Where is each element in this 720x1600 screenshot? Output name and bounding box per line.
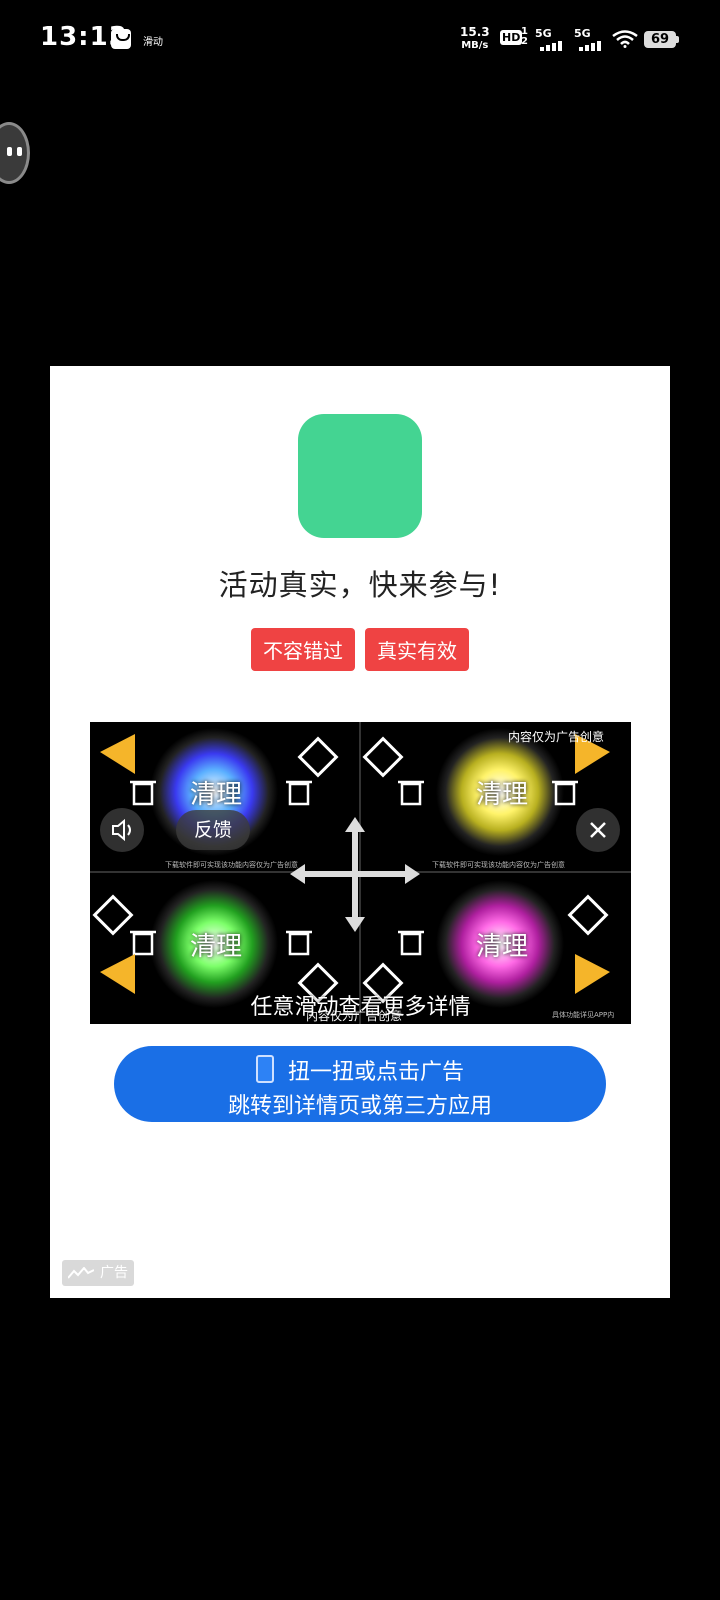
network-speed: 15.3 MB/s: [460, 26, 490, 52]
close-button[interactable]: [576, 808, 620, 852]
speed-unit: MB/s: [461, 40, 489, 51]
volume-icon: [112, 818, 131, 842]
video-frame: [90, 722, 631, 1024]
tile-label: 清理: [476, 932, 529, 962]
tag-label: 不容错过: [251, 628, 355, 671]
ad-tags: 不容错过 真实有效: [50, 628, 670, 671]
wifi-icon: [612, 30, 638, 48]
ad-badge: 广告: [62, 1260, 134, 1286]
bag-icon: [111, 29, 131, 49]
cta-button[interactable]: 扭一扭或点击广告 跳转到详情页或第三方应用: [114, 1046, 606, 1122]
battery-icon: 69: [644, 31, 679, 48]
ad-card[interactable]: 活动真实，快来参与! 不容错过 真实有效 清理 清理 清理 清理 内容仅为广告创…: [50, 366, 670, 1298]
hd-badge: HD: [500, 30, 523, 45]
signal-2-icon: [579, 41, 603, 51]
tag-label: 真实有效: [365, 628, 469, 671]
close-icon: [590, 822, 606, 838]
video-small-text: 下载软件即可实现该功能内容仅为广告创意: [165, 861, 298, 869]
network-type-1: 5G: [535, 27, 552, 40]
tile-label: 清理: [190, 932, 243, 962]
ad-logo-icon: [68, 1267, 94, 1279]
cta-line-1: 扭一扭或点击广告: [114, 1054, 606, 1086]
video-caption-top: 内容仅为广告创意: [508, 730, 605, 744]
network-type-2: 5G: [574, 27, 591, 40]
ad-headline: 活动真实，快来参与!: [218, 568, 502, 602]
video-small-text: 下载软件即可实现该功能内容仅为广告创意: [432, 861, 565, 869]
tile-label: 清理: [190, 780, 243, 810]
cta-line-1-text: 扭一扭或点击广告: [287, 1060, 464, 1085]
cta-line-2: 跳转到详情页或第三方应用: [227, 1094, 492, 1119]
signal-1-icon: [540, 41, 564, 51]
status-bar: 13:13 滑动 15.3 MB/s HD 1 2 5G 5G 69: [0, 0, 720, 80]
hd-sub: 1 2: [521, 26, 528, 47]
notification-text: 滑动: [143, 37, 163, 48]
tile-label: 清理: [476, 780, 529, 810]
feedback-button[interactable]: 反馈: [176, 810, 250, 850]
volume-button[interactable]: [100, 808, 144, 852]
swipe-arrows-icon: [290, 817, 420, 932]
swipe-hint: 任意滑动查看更多详情: [250, 995, 471, 1020]
speed-value: 15.3: [460, 25, 490, 39]
floating-assistant-button[interactable]: [0, 122, 30, 184]
phone-shake-icon: [255, 1055, 274, 1083]
app-icon[interactable]: [298, 414, 422, 538]
ad-video[interactable]: 清理 清理 清理 清理 内容仅为广告创意 下载软件即可实现该功能内容仅为广告创意…: [90, 722, 631, 1024]
ad-badge-label: 广告: [100, 1265, 128, 1281]
